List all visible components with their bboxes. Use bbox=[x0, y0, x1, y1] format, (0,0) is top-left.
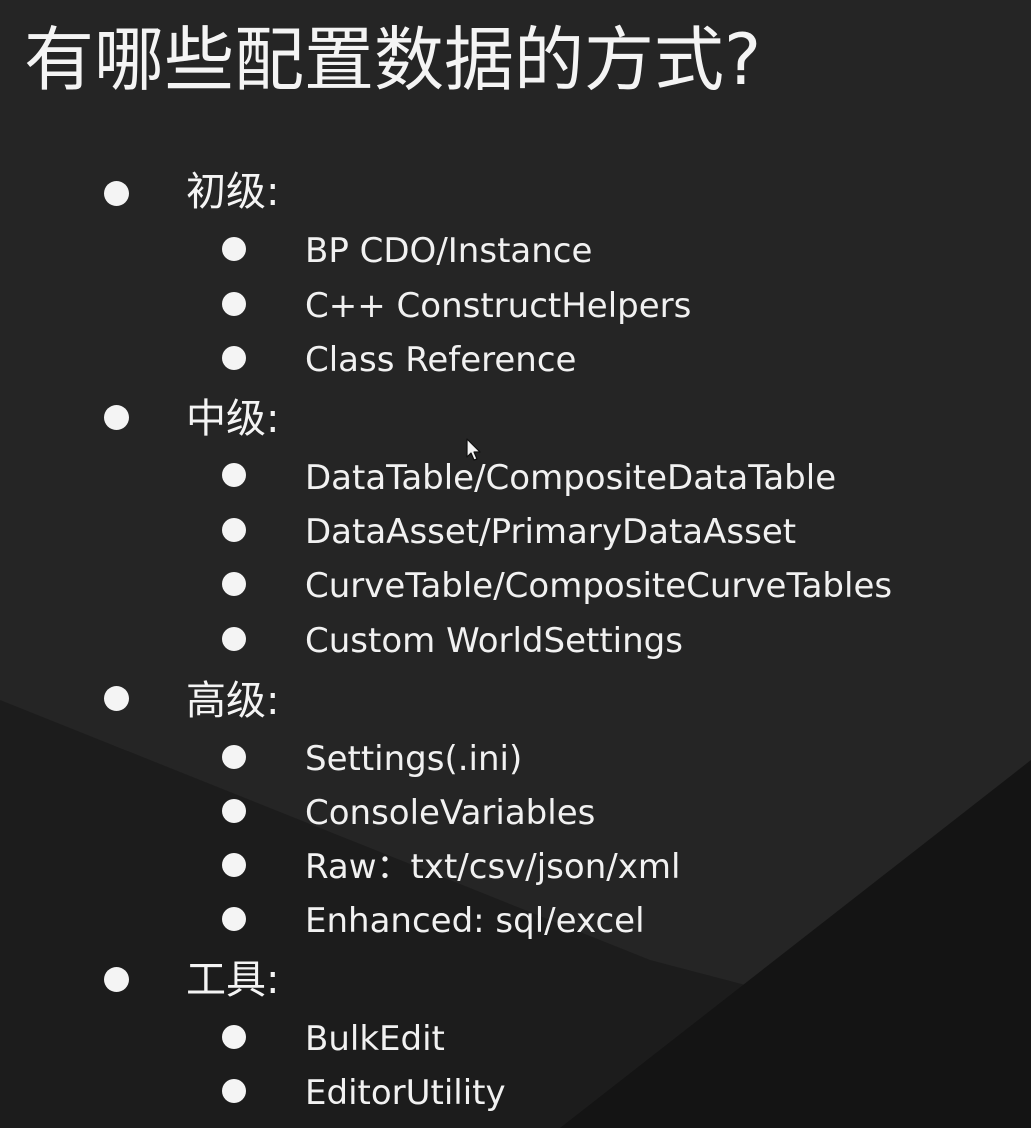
bullet-icon bbox=[222, 237, 246, 261]
bullet-icon bbox=[222, 907, 246, 931]
bullet-icon bbox=[222, 745, 246, 769]
list-item: Settings(.ini) bbox=[305, 739, 523, 779]
list-item: BP CDO/Instance bbox=[305, 231, 593, 271]
section-label: 中级: bbox=[186, 396, 280, 442]
bullet-icon bbox=[104, 181, 129, 206]
list-item: DataAsset/PrimaryDataAsset bbox=[305, 512, 797, 552]
list-item: C++ ConstructHelpers bbox=[305, 286, 692, 326]
bullet-icon bbox=[222, 346, 246, 370]
bullet-icon bbox=[222, 572, 246, 596]
section-label: 高级: bbox=[186, 678, 280, 724]
bullet-icon bbox=[104, 405, 129, 430]
list-item: ConsoleVariables bbox=[305, 793, 596, 833]
bullet-icon bbox=[222, 292, 246, 316]
mouse-pointer-icon bbox=[466, 438, 481, 461]
bullet-icon bbox=[222, 799, 246, 823]
bullet-icon bbox=[104, 967, 129, 992]
list-item: CurveTable/CompositeCurveTables bbox=[305, 566, 893, 606]
list-item: Custom WorldSettings bbox=[305, 621, 683, 661]
list-item: Enhanced: sql/excel bbox=[305, 901, 645, 941]
bullet-icon bbox=[222, 463, 246, 487]
bullet-icon bbox=[104, 686, 129, 711]
slide-title: 有哪些配置数据的方式? bbox=[24, 19, 762, 101]
bullet-icon bbox=[222, 518, 246, 542]
slide: 有哪些配置数据的方式? 初级: BP CDO/Instance C++ Cons… bbox=[0, 0, 1031, 1128]
bullet-icon bbox=[222, 1079, 246, 1103]
list-item: Class Reference bbox=[305, 340, 577, 380]
list-item: EditorUtility bbox=[305, 1073, 506, 1113]
bullet-icon bbox=[222, 1025, 246, 1049]
section-label: 工具: bbox=[186, 957, 280, 1003]
bullet-icon bbox=[222, 853, 246, 877]
bullet-icon bbox=[222, 627, 246, 651]
list-item: DataTable/CompositeDataTable bbox=[305, 458, 837, 498]
section-label: 初级: bbox=[186, 169, 280, 215]
list-item: BulkEdit bbox=[305, 1019, 445, 1059]
list-item: Raw：txt/csv/json/xml bbox=[305, 847, 681, 887]
